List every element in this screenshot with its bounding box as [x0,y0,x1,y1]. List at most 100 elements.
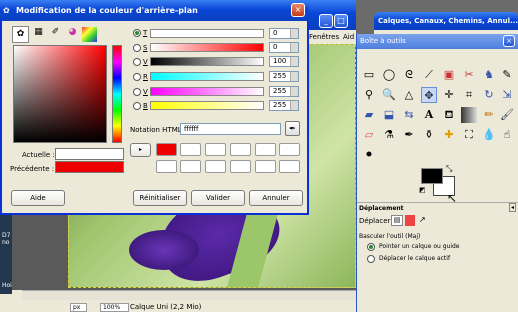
ok-button[interactable]: Valider [191,190,245,206]
paths-icon[interactable]: ✎ [499,67,515,83]
scale-icon[interactable]: ⇲ [499,87,515,103]
default-colors-icon[interactable]: ◩ [419,186,426,194]
tab-wheel-icon[interactable]: ◕ [65,27,80,42]
perspective-icon[interactable]: ⬓ [381,107,397,123]
align-icon[interactable]: ✛ [441,87,457,103]
zoom-icon[interactable]: 🔍 [381,87,397,103]
previous-label: Précédente : [10,165,55,173]
text-icon[interactable]: A [421,107,437,123]
option-move-active-radio[interactable] [367,255,375,263]
history-swatch[interactable] [180,160,201,173]
history-swatch[interactable] [255,143,276,156]
toolbox-title: Boîte à outils [360,37,406,45]
history-swatch[interactable] [279,143,300,156]
dodge-burn-icon[interactable]: ⚫ [361,147,377,163]
history-swatch[interactable] [279,160,300,173]
radio-red[interactable] [133,73,141,81]
radio-green[interactable] [133,88,141,96]
eraser-icon[interactable]: ▱ [361,127,377,143]
blue-slider[interactable] [150,101,264,110]
tab-watercolor-icon[interactable]: ✐ [48,27,63,42]
tool-options-collapse-icon[interactable]: ◂ [509,203,517,212]
zoom-select[interactable]: 100% [100,303,130,312]
minimize-icon[interactable]: _ [319,14,333,28]
tab-scales-icon[interactable] [82,27,97,42]
cancel-button[interactable]: Annuler [249,190,303,206]
ink-icon[interactable]: ✒ [401,127,417,143]
blur-icon[interactable]: 💧 [481,127,497,143]
green-slider[interactable] [150,87,264,96]
option-pick-layer-label[interactable]: Pointer un calque ou guide [379,243,460,250]
horizontal-scrollbar[interactable] [22,290,356,300]
clone-icon[interactable]: ⚱ [421,127,437,143]
move-icon[interactable]: ✥ [421,87,437,103]
maximize-icon[interactable]: □ [334,14,348,28]
hue-slider[interactable] [150,29,264,38]
saturation-slider[interactable] [150,43,264,52]
toolbox-close-icon[interactable]: × [503,35,515,47]
blend-icon[interactable] [461,107,477,123]
value-slider[interactable] [150,57,264,66]
radio-hue[interactable] [133,29,141,37]
value-spin[interactable]: 100 [269,56,299,67]
option-move-active-label[interactable]: Déplacer le calque actif [379,255,450,262]
red-slider[interactable] [150,72,264,81]
history-swatch[interactable] [205,160,226,173]
foreground-select-icon[interactable]: ♞ [481,67,497,83]
scissors-icon[interactable]: ✂ [461,67,477,83]
paintbrush-icon[interactable]: 🖌 [499,107,515,123]
tab-cmyk-icon[interactable]: ▦ [31,27,46,42]
move-path-icon[interactable]: ↗ [419,215,426,224]
eyedropper-icon[interactable]: ✒ [285,121,300,136]
dialog-close-icon[interactable]: × [291,3,305,17]
option-pick-layer-radio[interactable] [367,243,375,251]
blue-spin[interactable]: 255 [269,100,299,111]
smudge-icon[interactable]: ☝ [499,127,515,143]
sv-color-square[interactable] [13,45,107,143]
label-saturation: S [143,44,148,52]
history-swatch[interactable] [205,143,226,156]
history-swatch[interactable] [230,143,251,156]
pencil-icon[interactable]: ✏ [481,107,497,123]
hue-spin[interactable]: 0 [269,28,299,39]
perspective-clone-icon[interactable]: ⛶ [461,127,477,143]
tab-gimp-selector-icon[interactable]: ✿ [12,26,29,43]
add-to-history-button[interactable]: ▸ [130,143,151,157]
shear-icon[interactable]: ▰ [361,107,377,123]
airbrush-icon[interactable]: ⚗ [381,127,397,143]
flip-icon[interactable]: ⇆ [401,107,417,123]
swap-colors-icon[interactable]: ⤡ [446,164,452,174]
color-picker-icon[interactable]: ⚲ [361,87,377,103]
heal-icon[interactable]: ✚ [441,127,457,143]
menu-help[interactable]: Aid [343,33,354,41]
rect-select-icon[interactable]: ▭ [361,67,377,83]
menu-windows[interactable]: Fenêtres [309,33,339,41]
fuzzy-select-icon[interactable]: ⟋ [421,67,437,83]
crop-icon[interactable]: ⌗ [461,87,477,103]
measure-icon[interactable]: △ [401,87,417,103]
saturation-spin[interactable]: 0 [269,42,299,53]
radio-value[interactable] [133,58,141,66]
rotate-icon[interactable]: ↻ [481,87,497,103]
green-spin[interactable]: 255 [269,86,299,97]
bucket-fill-icon[interactable]: ⛾ [441,107,457,123]
history-swatch[interactable] [255,160,276,173]
unit-select[interactable]: px [70,303,88,312]
hue-strip[interactable] [112,45,122,143]
html-notation-input[interactable]: ffffff [180,123,281,135]
radio-blue[interactable] [133,102,141,110]
history-swatch[interactable] [156,160,177,173]
move-selection-icon[interactable] [405,215,415,226]
lasso-icon[interactable]: ᘓ [401,67,417,83]
history-swatch[interactable] [156,143,177,156]
red-spin[interactable]: 255 [269,71,299,82]
foreground-color-swatch[interactable] [421,168,443,184]
help-button[interactable]: Aide [11,190,65,206]
radio-saturation[interactable] [133,44,141,52]
reset-button[interactable]: Réinitialiser [133,190,187,206]
ellipse-select-icon[interactable]: ◯ [381,67,397,83]
move-layer-icon[interactable]: ▤ [391,215,403,226]
history-swatch[interactable] [180,143,201,156]
color-select-icon[interactable]: ▣ [441,67,457,83]
history-swatch[interactable] [230,160,251,173]
